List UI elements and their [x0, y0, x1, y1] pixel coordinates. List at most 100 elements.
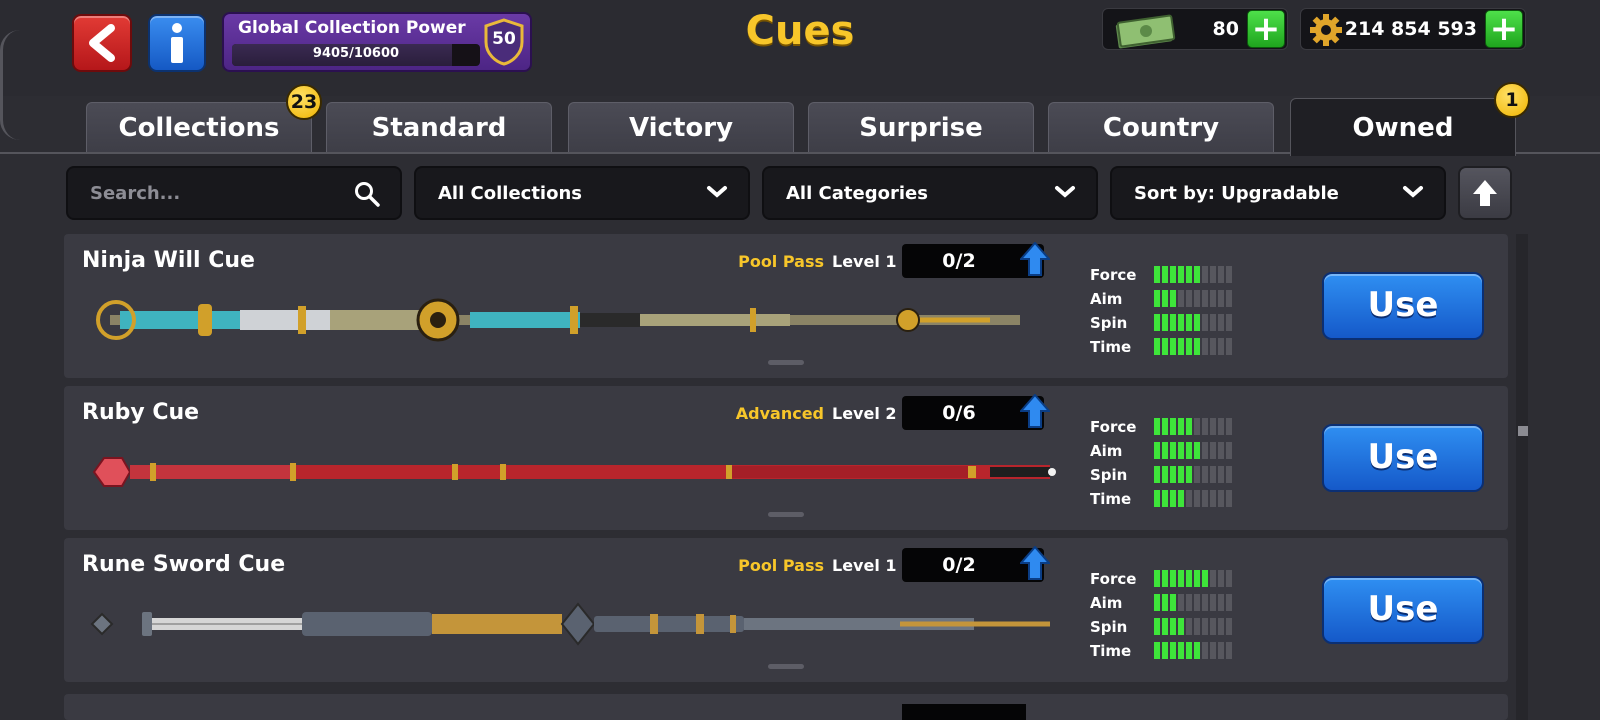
- stat-segment: [1202, 418, 1208, 435]
- cue-name: Ruby Cue: [82, 400, 200, 425]
- cue-level: Level 1: [832, 252, 897, 271]
- stat-segment: [1178, 570, 1184, 587]
- search-input[interactable]: Search...: [90, 183, 180, 204]
- stat-segment: [1218, 266, 1224, 283]
- stat-segment: [1162, 442, 1168, 459]
- use-button[interactable]: Use: [1322, 576, 1484, 644]
- stat-segment: [1170, 570, 1176, 587]
- cue-image: [92, 457, 1056, 487]
- stat-segment: [1226, 290, 1232, 307]
- aim-bar: [1154, 594, 1232, 611]
- stat-segment: [1210, 290, 1216, 307]
- stat-segment: [1162, 266, 1168, 283]
- time-bar: [1154, 642, 1232, 659]
- tab-country[interactable]: Country: [1048, 102, 1274, 152]
- chevron-down-icon: [707, 186, 727, 198]
- stat-segment: [1154, 490, 1160, 507]
- cue-upgrade-progress: 0/6: [902, 394, 1050, 430]
- spin-bar: [1154, 314, 1232, 331]
- stat-label-force: Force: [1090, 266, 1137, 284]
- scrollbar-thumb[interactable]: [1518, 426, 1528, 436]
- stat-segment: [1226, 642, 1232, 659]
- stat-segment: [1186, 594, 1192, 611]
- use-button[interactable]: Use: [1322, 272, 1484, 340]
- stat-segment: [1202, 466, 1208, 483]
- cue-upgrade-progress: 0/2: [902, 242, 1050, 278]
- stat-segment: [1162, 570, 1168, 587]
- add-coins-button[interactable]: +: [1485, 10, 1523, 48]
- stat-segment: [1210, 266, 1216, 283]
- stat-segment: [1194, 490, 1200, 507]
- stat-label-aim: Aim: [1090, 290, 1123, 308]
- stat-segment: [1178, 266, 1184, 283]
- stat-segment: [1194, 642, 1200, 659]
- stat-segment: [1186, 466, 1192, 483]
- spin-bar: [1154, 466, 1232, 483]
- stat-segment: [1202, 570, 1208, 587]
- cue-category: Pool Pass: [738, 556, 824, 575]
- stat-segment: [1226, 618, 1232, 635]
- stat-segment: [1170, 466, 1176, 483]
- cue-card-partial[interactable]: [64, 694, 1508, 720]
- cue-category: Advanced: [735, 404, 824, 423]
- stat-segment: [1154, 618, 1160, 635]
- stat-segment: [1226, 594, 1232, 611]
- back-arrow-icon: [89, 24, 115, 62]
- tab-collections[interactable]: Collections: [86, 102, 312, 152]
- upgrade-arrow-icon: [1020, 394, 1050, 428]
- sort-direction-button[interactable]: [1458, 166, 1512, 220]
- stat-segment: [1178, 466, 1184, 483]
- cue-upgrade-progress-partial: [902, 704, 1026, 720]
- back-button[interactable]: [72, 14, 132, 72]
- card-drag-handle: [768, 360, 804, 365]
- stat-segment: [1226, 442, 1232, 459]
- categories-dropdown[interactable]: All Categories: [762, 166, 1098, 220]
- use-button[interactable]: Use: [1322, 424, 1484, 492]
- cue-card[interactable]: Ruby Cue Advanced Level 2 0/6 Force Aim …: [64, 386, 1508, 530]
- stat-label-time: Time: [1090, 490, 1132, 508]
- tab-surprise[interactable]: Surprise: [808, 102, 1034, 152]
- cue-level: Level 1: [832, 556, 897, 575]
- stat-segment: [1218, 418, 1224, 435]
- search-icon[interactable]: [354, 181, 380, 207]
- stat-segment: [1154, 338, 1160, 355]
- collections-dropdown[interactable]: All Collections: [414, 166, 750, 220]
- sort-dropdown[interactable]: Sort by: Upgradable: [1110, 166, 1446, 220]
- collection-power-panel[interactable]: Global Collection Power 9405/10600 50: [222, 12, 532, 72]
- stat-segment: [1226, 266, 1232, 283]
- stat-segment: [1194, 570, 1200, 587]
- stat-segment: [1162, 490, 1168, 507]
- stat-label-force: Force: [1090, 570, 1137, 588]
- card-drag-handle: [768, 664, 804, 669]
- list-scrollbar[interactable]: [1516, 234, 1528, 720]
- stat-segment: [1194, 338, 1200, 355]
- arrow-up-icon: [1473, 180, 1497, 206]
- stat-segment: [1162, 594, 1168, 611]
- stat-segment: [1162, 618, 1168, 635]
- stat-segment: [1154, 642, 1160, 659]
- stat-segment: [1170, 618, 1176, 635]
- stat-segment: [1154, 442, 1160, 459]
- tab-standard[interactable]: Standard: [326, 102, 552, 152]
- stat-segment: [1154, 266, 1160, 283]
- info-button[interactable]: [148, 14, 206, 72]
- side-decoration: [0, 30, 20, 140]
- stat-segment: [1210, 618, 1216, 635]
- stat-segment: [1154, 290, 1160, 307]
- cue-card[interactable]: Ninja Will Cue Pool Pass Level 1 0/2 For…: [64, 234, 1508, 378]
- stat-segment: [1170, 418, 1176, 435]
- owned-count-badge: 1: [1494, 82, 1530, 118]
- stat-segment: [1170, 314, 1176, 331]
- cue-upgrade-count: 0/6: [942, 402, 976, 424]
- stat-segment: [1178, 490, 1184, 507]
- tab-owned[interactable]: Owned: [1290, 98, 1516, 156]
- stat-segment: [1218, 594, 1224, 611]
- tab-victory[interactable]: Victory: [568, 102, 794, 152]
- cue-card[interactable]: Rune Sword Cue Pool Pass Level 1 0/2 For…: [64, 538, 1508, 682]
- stat-segment: [1186, 642, 1192, 659]
- stat-segment: [1170, 338, 1176, 355]
- search-field[interactable]: Search...: [66, 166, 402, 220]
- stat-segment: [1186, 418, 1192, 435]
- add-cash-button[interactable]: +: [1247, 10, 1285, 48]
- stat-segment: [1194, 442, 1200, 459]
